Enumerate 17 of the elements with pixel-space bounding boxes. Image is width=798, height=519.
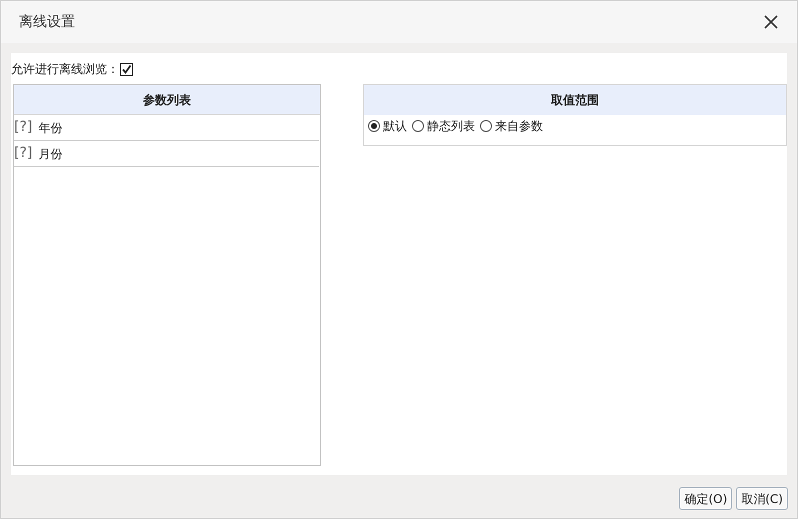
parameter-label: 月份 — [38, 146, 62, 162]
range-radio-option[interactable]: 来自参数 — [480, 117, 544, 135]
close-icon — [764, 15, 778, 29]
dialog-button[interactable]: 确定(O) — [679, 487, 732, 510]
parameter-label: 年份 — [38, 120, 62, 136]
window-title: 离线设置 — [19, 12, 75, 32]
value-range-header: 取值范围 — [364, 85, 786, 115]
range-radio-option[interactable]: 默认 — [368, 117, 408, 135]
parameter-list-header: 参数列表 — [14, 85, 320, 115]
close-button[interactable] — [763, 14, 779, 30]
dialog-button[interactable]: 取消(C) — [736, 487, 788, 510]
parameter-type-icon: [?] — [14, 143, 32, 164]
allow-offline-checkbox[interactable] — [120, 62, 133, 76]
allow-offline-label: 允许进行离线浏览： — [11, 61, 119, 78]
check-icon — [121, 64, 132, 74]
parameter-type-icon: [?] — [14, 117, 32, 138]
range-radio-option[interactable]: 静态列表 — [412, 117, 476, 135]
